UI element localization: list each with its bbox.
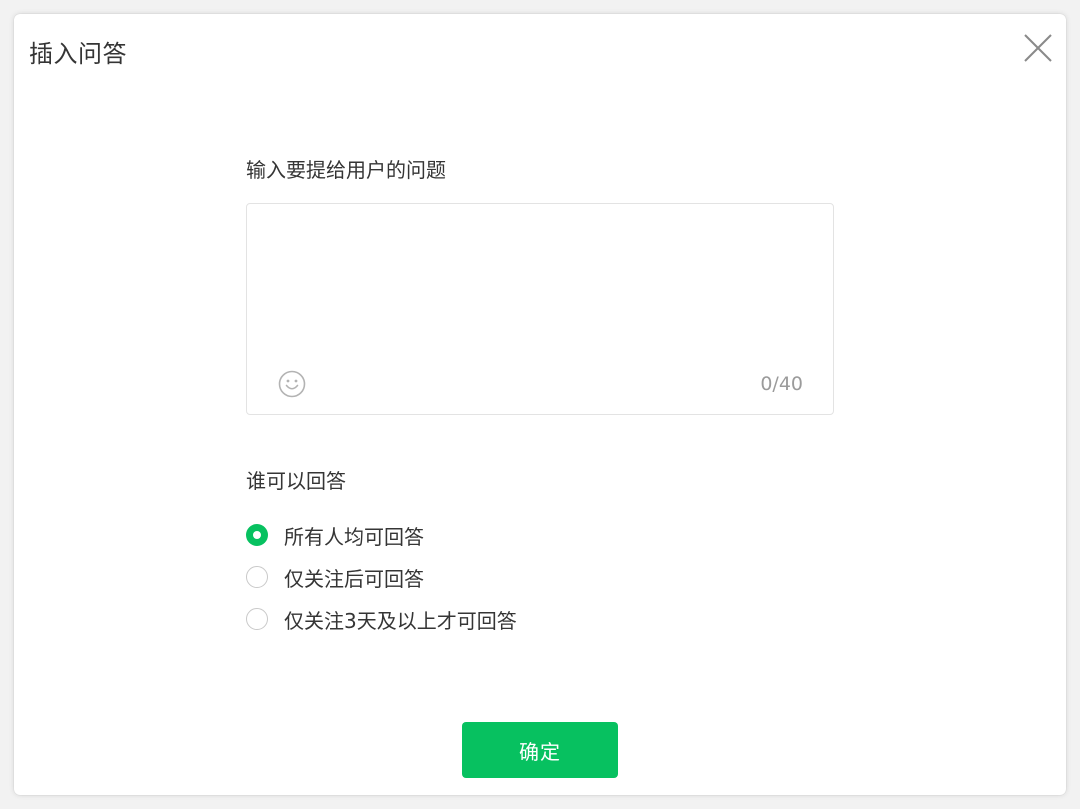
radio-button[interactable]	[246, 608, 268, 630]
radio-option-label: 所有人均可回答	[284, 524, 424, 549]
question-input[interactable]	[261, 216, 821, 360]
answer-permission-radio-group: 所有人均可回答 仅关注后可回答 仅关注3天及以上才可回答	[246, 514, 517, 640]
confirm-button[interactable]: 确定	[462, 722, 618, 778]
who-can-answer-label: 谁可以回答	[246, 469, 346, 493]
char-counter: 0/40	[760, 373, 803, 395]
insert-qa-dialog: 插入问答 输入要提给用户的问题 0/40 谁可以回答 所有人均可回答 仅关注后可…	[14, 14, 1066, 795]
question-label: 输入要提给用户的问题	[246, 158, 446, 182]
dialog-title: 插入问答	[29, 40, 127, 68]
close-icon	[1024, 34, 1052, 62]
smiley-icon	[278, 370, 306, 398]
radio-button-checked[interactable]	[246, 524, 268, 546]
question-box: 0/40	[246, 203, 834, 415]
radio-button[interactable]	[246, 566, 268, 588]
radio-option-label: 仅关注后可回答	[284, 566, 424, 591]
emoji-button[interactable]	[277, 369, 307, 399]
radio-option-followers-3days[interactable]: 仅关注3天及以上才可回答	[246, 598, 517, 640]
radio-option-label: 仅关注3天及以上才可回答	[284, 608, 517, 633]
close-button[interactable]	[1022, 32, 1054, 64]
radio-option-followers[interactable]: 仅关注后可回答	[246, 556, 517, 598]
radio-option-everyone[interactable]: 所有人均可回答	[246, 514, 517, 556]
